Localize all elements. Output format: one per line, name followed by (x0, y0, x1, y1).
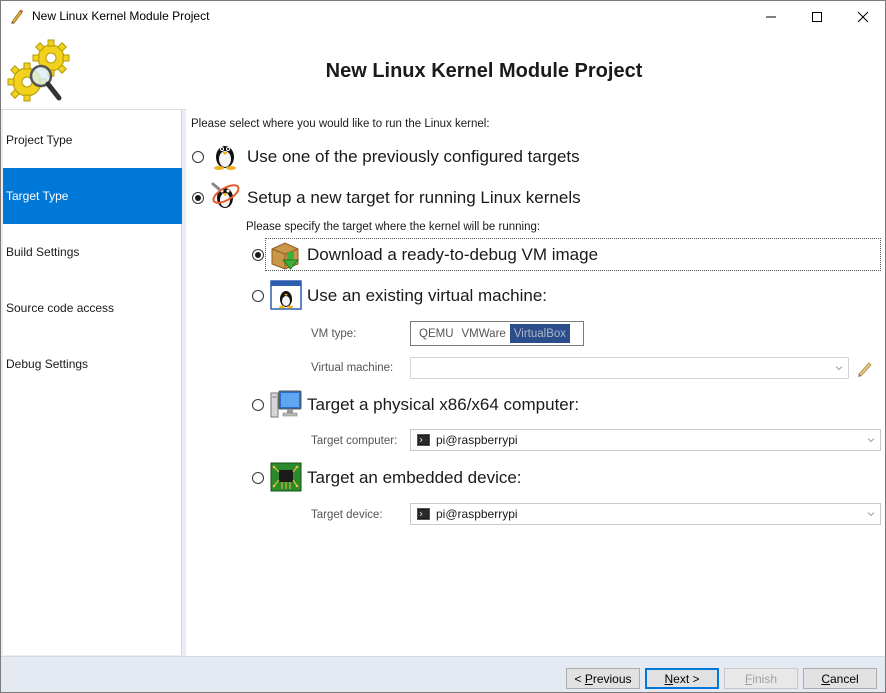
chevron-down-icon (835, 366, 843, 371)
target-device-combo[interactable]: pi@raspberrypi (410, 503, 881, 525)
cancel-mnemonic: C (821, 671, 830, 686)
sidebar-item-source-code-access[interactable]: Source code access (3, 280, 182, 336)
chevron-down-icon (867, 512, 875, 517)
sidebar-item-label: Target Type (6, 189, 69, 203)
option-download-vm-label[interactable]: Download a ready-to-debug VM image (307, 245, 598, 265)
radio-new-target[interactable] (192, 192, 204, 204)
close-button[interactable] (840, 1, 886, 32)
sidebar-item-debug-settings[interactable]: Debug Settings (3, 336, 182, 392)
option-existing-vm-label[interactable]: Use an existing virtual machine: (307, 286, 547, 306)
option-new-target-label[interactable]: Setup a new target for running Linux ker… (247, 188, 581, 208)
next-mnemonic: N (664, 671, 674, 686)
sidebar-item-label: Source code access (6, 301, 115, 315)
vm-type-vmware[interactable]: VMWare (458, 324, 510, 343)
target-prompt: Please select where you would like to ru… (191, 118, 490, 130)
vm-type-selector[interactable]: QEMU VMWare VirtualBox (410, 321, 584, 346)
maximize-icon (812, 11, 822, 22)
option-previous-targets-label[interactable]: Use one of the previously configured tar… (247, 147, 580, 167)
sidebar-item-project-type[interactable]: Project Type (3, 112, 182, 168)
sidebar-item-label: Debug Settings (6, 357, 89, 371)
tux-wrench-icon (211, 182, 240, 208)
maximize-button[interactable] (794, 1, 840, 32)
minimize-button[interactable] (748, 1, 794, 32)
package-download-icon (271, 242, 300, 270)
previous-prefix: < (574, 671, 585, 686)
radio-previous-targets[interactable] (192, 151, 204, 163)
finish-rest: inish (752, 671, 778, 686)
window-title: New Linux Kernel Module Project (32, 9, 210, 23)
title-bar: New Linux Kernel Module Project (1, 1, 885, 32)
virtual-machine-label: Virtual machine: (311, 362, 394, 374)
finish-button[interactable]: Finish (724, 668, 798, 689)
sub-prompt: Please specify the target where the kern… (246, 221, 541, 233)
target-device-value: pi@raspberrypi (436, 507, 518, 521)
sidebar-item-label: Build Settings (6, 245, 80, 259)
terminal-icon (417, 434, 430, 446)
wizard-window: New Linux Kernel Module Project New Linu… (0, 0, 886, 693)
previous-button[interactable]: < Previous (566, 668, 640, 689)
radio-download-vm[interactable] (252, 249, 264, 261)
radio-existing-vm[interactable] (252, 290, 264, 302)
sidebar-item-target-type[interactable]: Target Type (3, 168, 182, 224)
wizard-sidebar: Project Type Target Type Build Settings … (1, 109, 186, 656)
target-computer-label: Target computer: (311, 435, 398, 447)
sidebar-list: Project Type Target Type Build Settings … (3, 110, 182, 655)
tux-window-icon (270, 280, 302, 310)
page-heading: New Linux Kernel Module Project (325, 60, 643, 82)
previous-mnemonic: P (584, 671, 593, 686)
cancel-rest: ancel (829, 671, 859, 686)
target-computer-value: pi@raspberrypi (436, 433, 518, 447)
desktop-computer-icon (270, 390, 302, 418)
next-button[interactable]: Next > (645, 668, 719, 689)
next-rest: ext > (673, 671, 700, 686)
vm-type-qemu[interactable]: QEMU (415, 324, 458, 343)
sidebar-item-label: Project Type (6, 133, 73, 147)
wizard-header: New Linux Kernel Module Project (1, 32, 885, 109)
tux-icon (214, 146, 236, 170)
edit-pencil-icon[interactable] (856, 359, 874, 377)
vm-type-virtualbox[interactable]: VirtualBox (509, 324, 571, 343)
vm-type-label: VM type: (311, 328, 357, 340)
sidebar-item-build-settings[interactable]: Build Settings (3, 224, 182, 280)
option-physical-computer-label[interactable]: Target a physical x86/x64 computer: (307, 395, 579, 415)
minimize-icon (766, 16, 776, 17)
radio-embedded-device[interactable] (252, 472, 264, 484)
radio-physical-computer[interactable] (252, 399, 264, 411)
target-computer-combo[interactable]: pi@raspberrypi (410, 429, 881, 451)
target-device-label: Target device: (311, 509, 383, 521)
circuit-board-icon (270, 462, 302, 492)
target-type-panel: Please select where you would like to ru… (186, 109, 885, 656)
chevron-down-icon (867, 438, 875, 443)
finish-mnemonic: F (744, 671, 753, 686)
wizard-footer: < Previous Next > Finish Cancel (1, 656, 885, 692)
terminal-icon (417, 508, 430, 520)
option-embedded-device-label[interactable]: Target an embedded device: (307, 468, 522, 488)
cancel-button[interactable]: Cancel (803, 668, 877, 689)
previous-rest: revious (592, 671, 632, 686)
close-icon (857, 11, 869, 22)
app-pencil-icon (11, 9, 23, 24)
virtual-machine-combo[interactable] (410, 357, 849, 379)
